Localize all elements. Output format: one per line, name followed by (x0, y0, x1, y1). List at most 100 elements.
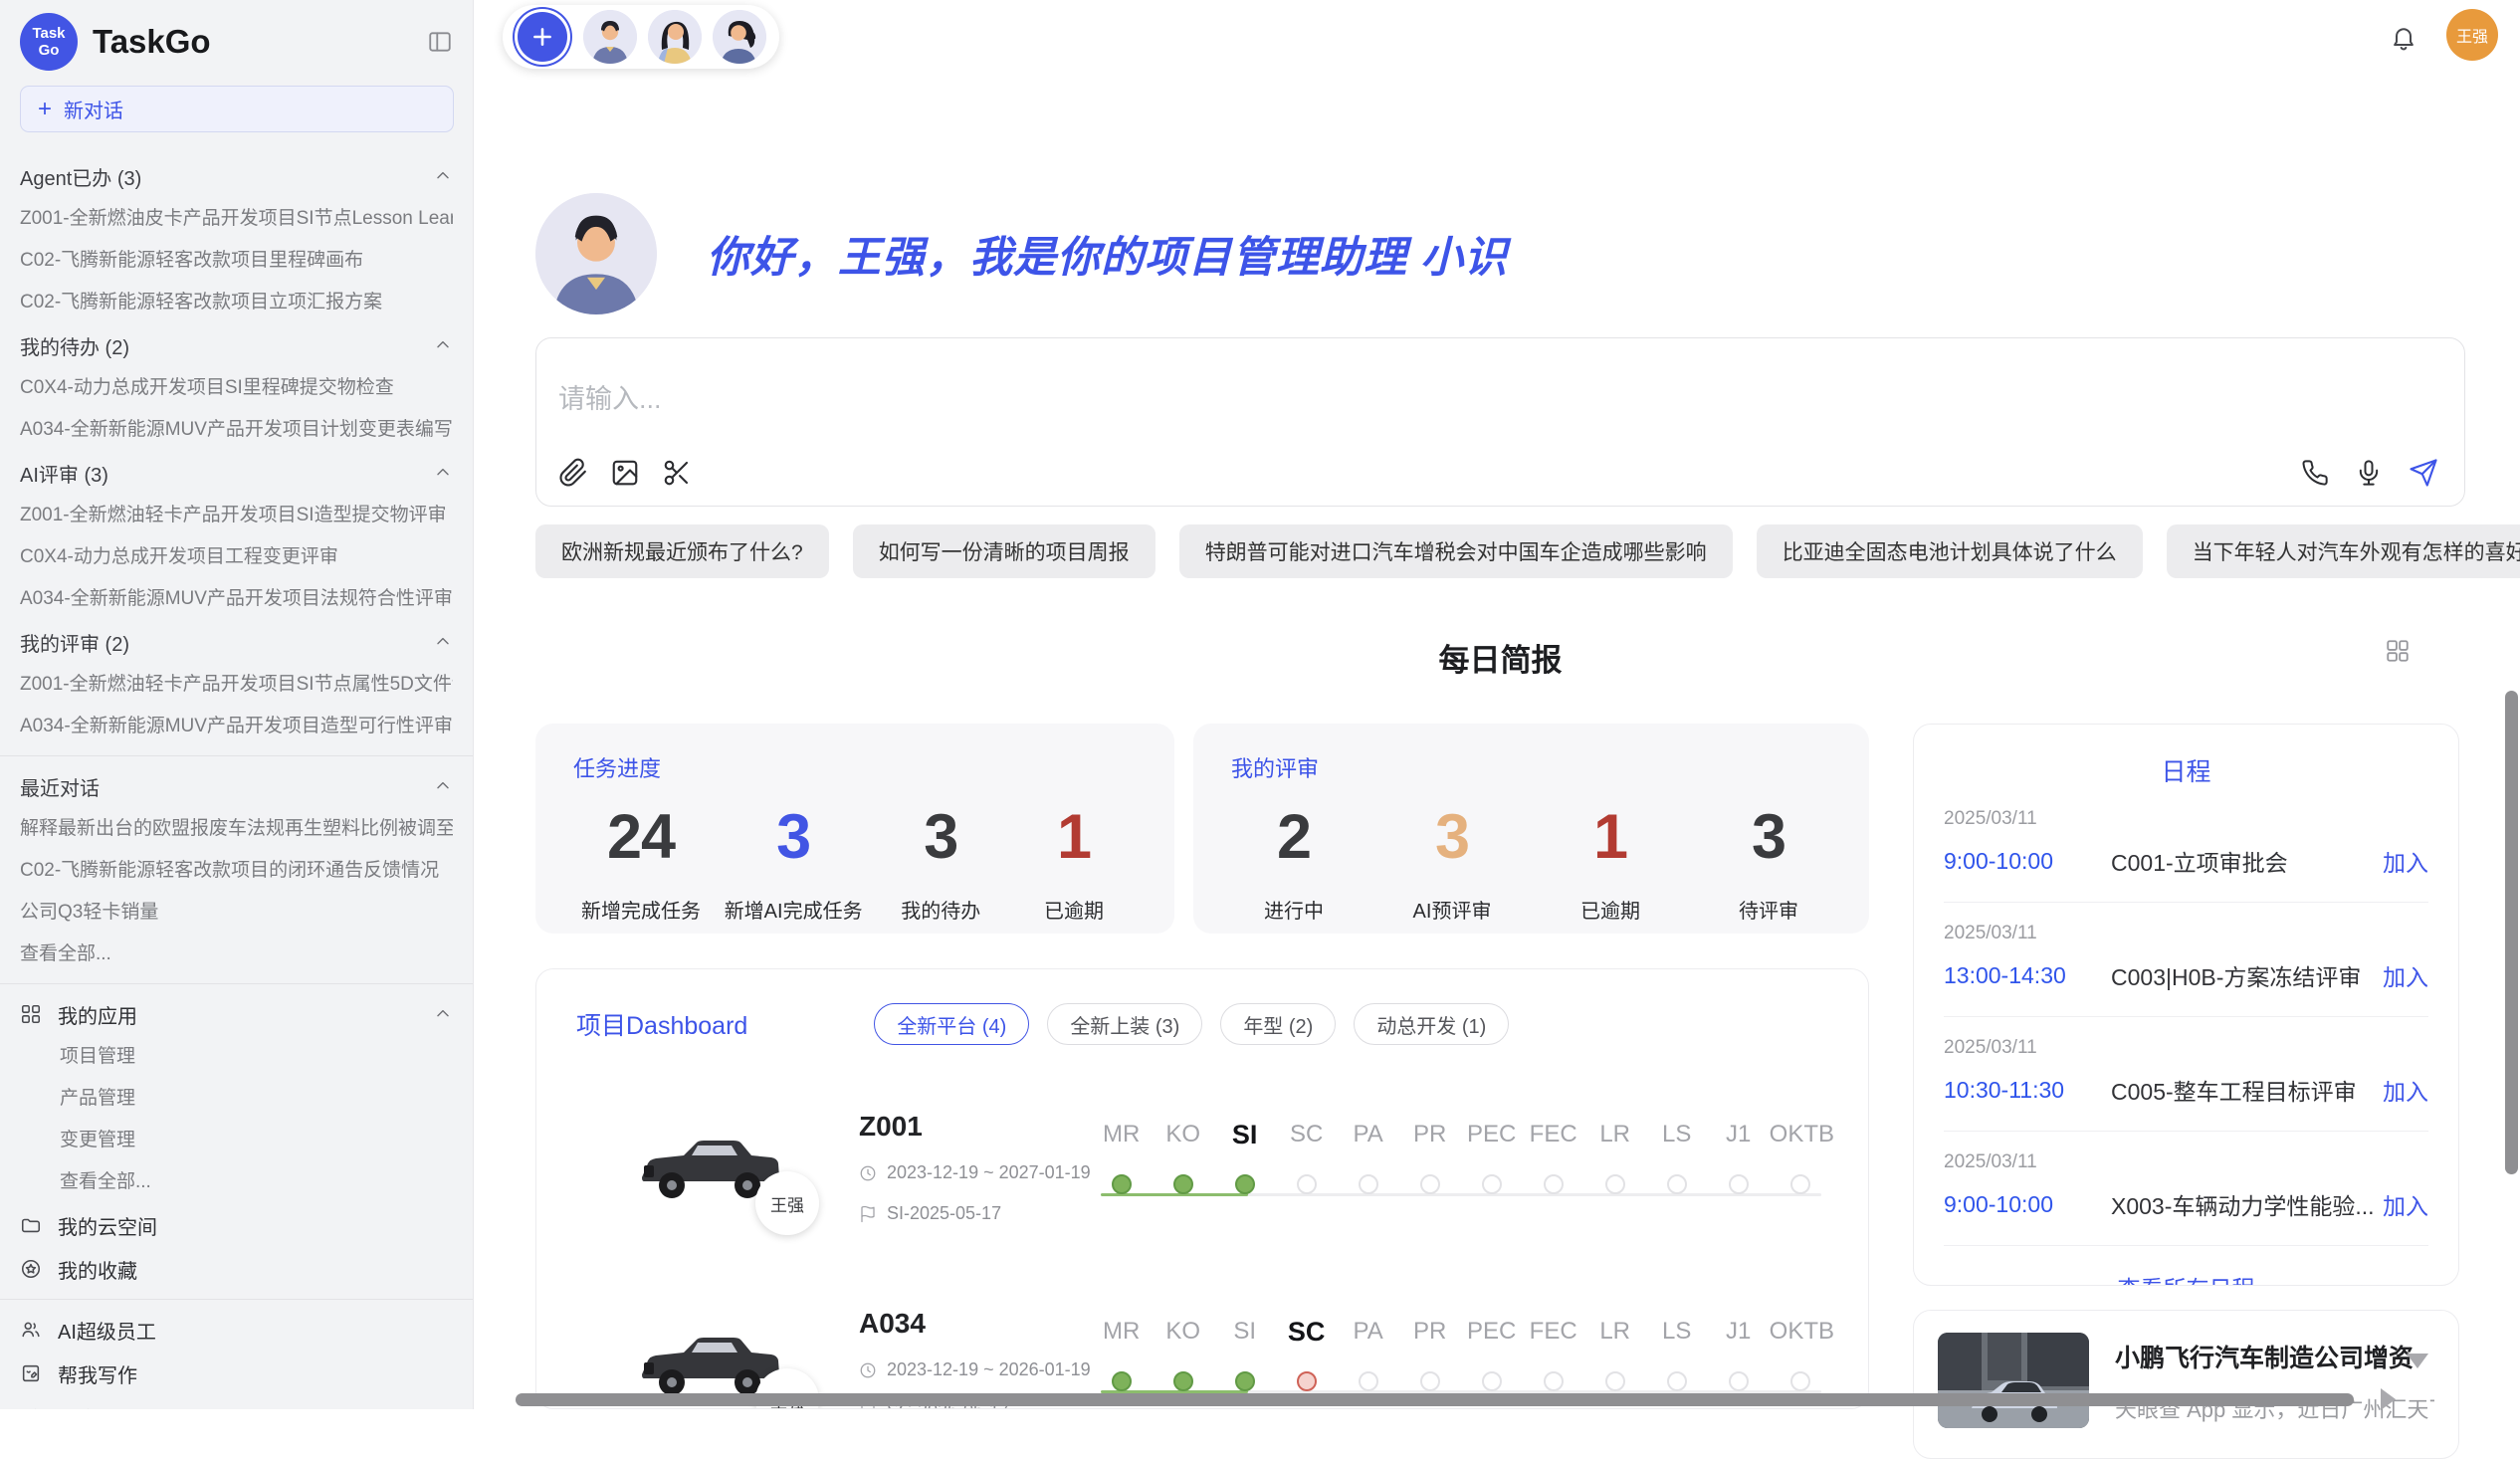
new-chat-button[interactable]: + 新对话 (20, 86, 454, 132)
milestone-label: LS (1646, 1118, 1708, 1151)
user-avatar[interactable]: 王强 (2446, 9, 2498, 61)
section-header-my-review[interactable]: 我的评审 (2) (20, 620, 453, 664)
sidebar-conversation-item[interactable]: Z001-全新燃油轻卡产品开发项目SI节点属性5D文件评审 (20, 664, 453, 706)
my-review-stats: 2 进行中 3 AI预评审 1 已逾期 3 待评审 (1231, 801, 1831, 924)
phone-call-icon[interactable] (2301, 459, 2329, 487)
section-title: Agent已办 (3) (20, 162, 141, 191)
project-row[interactable]: 王强 Z001 2023-12-19 ~ 2027-01-19 SI-2025-… (576, 1093, 1828, 1242)
schedule-event: 2025/03/11 13:00-14:30 C003|H0B-方案冻结评审 加… (1944, 903, 2428, 1017)
dashboard-tab[interactable]: 年型 (2) (1220, 1003, 1336, 1045)
join-event-link[interactable]: 加入 (2383, 1073, 2428, 1107)
chat-input[interactable] (558, 384, 2051, 415)
section-header-agent-done[interactable]: Agent已办 (3) (20, 154, 453, 198)
view-all-schedule-link[interactable]: 查看所有日程 (1944, 1246, 2428, 1286)
favorites-label: 我的收藏 (58, 1255, 137, 1284)
suggestion-chip[interactable]: 如何写一份清晰的项目周报 (853, 524, 1155, 578)
section-title: AI评审 (3) (20, 459, 108, 488)
stat-item: 1 已逾期 (1019, 801, 1129, 924)
sidebar-collapse-icon[interactable] (427, 29, 453, 55)
sidebar-conversation-item[interactable]: Z001-全新燃油轻卡产品开发项目SI造型提交物评审 (20, 495, 453, 536)
join-event-link[interactable]: 加入 (2383, 1187, 2428, 1221)
milestone-dot (1544, 1174, 1564, 1194)
sidebar-conversation-item[interactable]: A034-全新新能源MUV产品开发项目造型可行性评审 (20, 706, 453, 747)
image-upload-icon[interactable] (610, 458, 640, 488)
section-header-recent[interactable]: 最近对话 (20, 764, 453, 808)
sidebar-conversation-item[interactable]: A034-全新新能源MUV产品开发项目计划变更表编写 (20, 409, 453, 451)
chevron-up-icon[interactable] (433, 463, 453, 483)
milestone: LR (1584, 1118, 1646, 1217)
scroll-down-arrow[interactable] (2407, 1354, 2428, 1368)
microphone-icon[interactable] (2355, 459, 2383, 487)
sidebar-item-favorites[interactable]: 我的收藏 (20, 1247, 453, 1291)
sidebar-conversation-item[interactable]: C0X4-动力总成开发项目工程变更评审 (20, 536, 453, 578)
sidebar: Task Go TaskGo + 新对话 Agent已办 (3) Z001-全新… (0, 0, 474, 1409)
sidebar-conversation-item[interactable]: C02-飞腾新能源轻客改款项目里程碑画布 (20, 240, 453, 282)
sidebar-conversation-item[interactable]: Z001-全新燃油皮卡产品开发项目SI节点Lesson Learn报告 (20, 198, 453, 240)
news-card[interactable]: 小鹏飞行汽车制造公司增资 天眼查 App 显示，近日广州汇天飞行汽... (1913, 1310, 2459, 1459)
chevron-up-icon[interactable] (433, 1004, 453, 1024)
recent-conversation-item[interactable]: 公司Q3轻卡销量 (20, 892, 453, 934)
clock-icon (859, 1361, 877, 1379)
section-header-my-todo[interactable]: 我的待办 (2) (20, 323, 453, 367)
suggestion-chip[interactable]: 比亚迪全固态电池计划具体说了什么 (1757, 524, 2143, 578)
chevron-up-icon[interactable] (433, 632, 453, 652)
sidebar-item-cloud-space[interactable]: 我的云空间 (20, 1203, 453, 1247)
sidebar-item-ai-staff[interactable]: AI超级员工 (20, 1308, 453, 1352)
project-owner-badge: 王强 (755, 1171, 819, 1235)
horizontal-scrollbar[interactable] (516, 1393, 2354, 1406)
project-row[interactable]: 王强 A034 2023-12-19 ~ 2026-01-19 SC-2025-… (576, 1290, 1828, 1409)
chevron-up-icon[interactable] (433, 776, 453, 796)
milestone-label: SC (1276, 1315, 1338, 1349)
milestone: SI (1214, 1118, 1276, 1217)
apps-view-all-link[interactable]: 查看全部... (20, 1161, 453, 1203)
schedule-event: 2025/03/11 9:00-10:00 C001-立项审批会 加入 (1944, 788, 2428, 903)
add-assistant-button[interactable] (518, 12, 567, 62)
event-name: X003-车辆动力学性能验... (2111, 1187, 2383, 1221)
suggestion-chip[interactable]: 特朗普可能对进口汽车增税会对中国车企造成哪些影响 (1179, 524, 1733, 578)
chevron-up-icon[interactable] (433, 335, 453, 355)
attachment-icon[interactable] (558, 458, 588, 488)
suggestion-chip[interactable]: 当下年轻人对汽车外观有怎样的喜好趋势 (2167, 524, 2520, 578)
schedule-card: 日程 2025/03/11 9:00-10:00 C001-立项审批会 加入 2… (1913, 724, 2459, 1286)
dashboard-tab[interactable]: 全新平台 (4) (874, 1003, 1029, 1045)
my-apps-header[interactable]: 我的应用 (20, 992, 453, 1036)
notification-bell-icon[interactable] (2390, 24, 2417, 52)
app-link[interactable]: 变更管理 (20, 1120, 453, 1161)
stat-label: AI预评审 (1397, 895, 1507, 924)
dashboard-tab[interactable]: 全新上装 (3) (1047, 1003, 1202, 1045)
sidebar-conversation-item[interactable]: C02-飞腾新能源轻客改款项目立项汇报方案 (20, 282, 453, 323)
dashboard-tab[interactable]: 动总开发 (1) (1354, 1003, 1509, 1045)
section-header-ai-review[interactable]: AI评审 (3) (20, 451, 453, 495)
join-event-link[interactable]: 加入 (2383, 958, 2428, 992)
scroll-right-arrow[interactable] (2381, 1388, 2396, 1410)
app-link[interactable]: 项目管理 (20, 1036, 453, 1078)
milestone-label: LR (1584, 1315, 1646, 1349)
join-event-link[interactable]: 加入 (2383, 844, 2428, 878)
assistant-avatar[interactable] (648, 10, 702, 64)
project-name: A034 (859, 1308, 1091, 1340)
assistant-avatar[interactable] (583, 10, 637, 64)
send-icon[interactable] (2409, 458, 2438, 488)
layout-grid-icon[interactable] (2385, 638, 2411, 664)
sidebar-conversation-item[interactable]: C0X4-动力总成开发项目SI里程碑提交物检查 (20, 367, 453, 409)
recent-conversation-item[interactable]: 解释最新出台的欧盟报废车法规再生塑料比例被调至15%... (20, 808, 453, 850)
project-car-image: 王强 (634, 1116, 785, 1219)
recent-view-all-link[interactable]: 查看全部... (20, 934, 453, 975)
app-link[interactable]: 产品管理 (20, 1078, 453, 1120)
vertical-scrollbar[interactable] (2505, 691, 2518, 1174)
suggestion-chip[interactable]: 欧洲新规最近颁布了什么? (535, 524, 829, 578)
app-logo: Task Go (20, 13, 78, 71)
assistant-avatar[interactable] (713, 10, 766, 64)
milestone-dot (1667, 1371, 1687, 1391)
recent-conversation-item[interactable]: C02-飞腾新能源轻客改款项目的闭环通告反馈情况 (20, 850, 453, 892)
sidebar-conversation-item[interactable]: A034-全新新能源MUV产品开发项目法规符合性评审 (20, 578, 453, 620)
sidebar-item-creative-drawing[interactable]: 创意制图 (20, 1395, 453, 1409)
milestone-label: PR (1399, 1315, 1461, 1349)
milestone-dot (1112, 1174, 1132, 1194)
stat-label: 我的待办 (886, 895, 995, 924)
sidebar-item-writing-helper[interactable]: 帮我写作 (20, 1352, 453, 1395)
cloud-space-label: 我的云空间 (58, 1211, 157, 1240)
scissors-icon[interactable] (662, 458, 692, 488)
milestone-dot (1420, 1371, 1440, 1391)
chevron-up-icon[interactable] (433, 166, 453, 186)
